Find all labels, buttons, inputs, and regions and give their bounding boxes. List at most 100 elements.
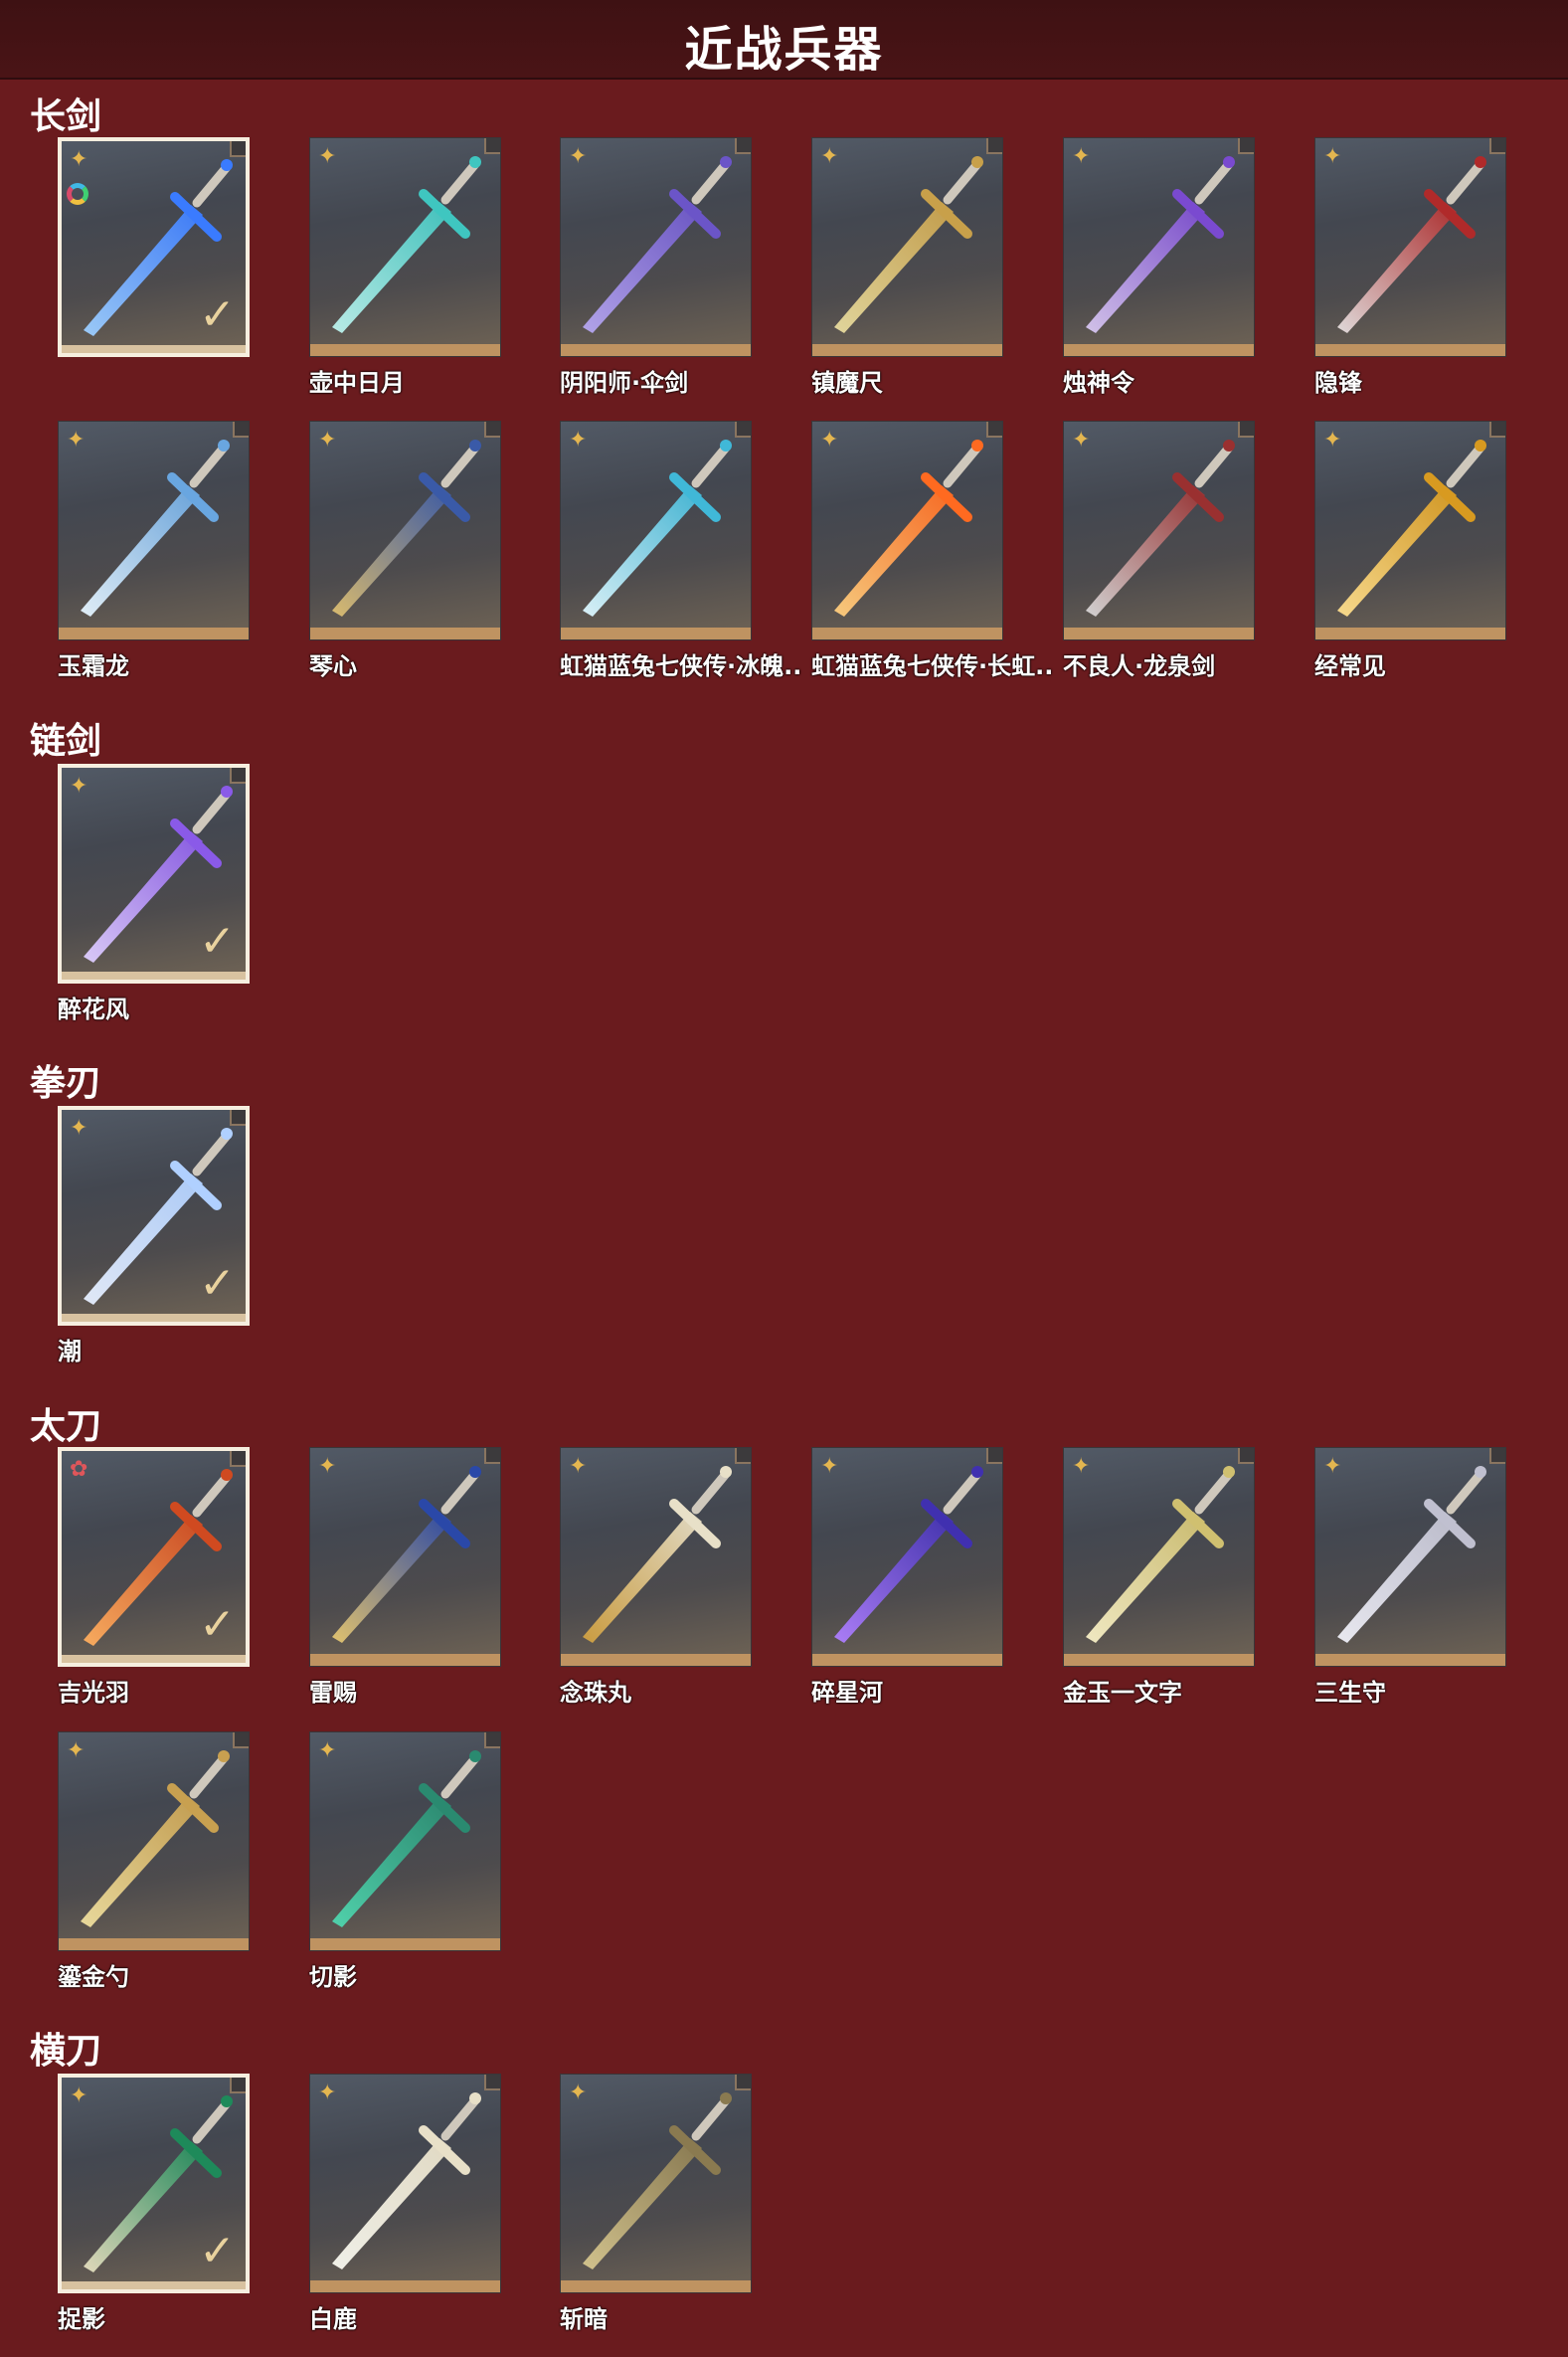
weapon-name: 白鹿 — [309, 2305, 357, 2333]
weapon-name: 阴阳师·伞剑 — [560, 369, 689, 397]
weapon-icon — [332, 1750, 481, 1927]
weapon-icon — [332, 156, 481, 333]
weapon-thumbnail[interactable]: ✦ — [1063, 1447, 1255, 1667]
weapon-card[interactable]: ✦ 壶中日月 — [309, 137, 503, 397]
weapon-card[interactable]: ✦ 琴心 — [309, 421, 503, 680]
weapon-thumbnail[interactable]: ✦ — [1063, 137, 1255, 357]
weapon-name: 虹猫蓝兔七侠传·长虹.. — [811, 652, 1054, 680]
weapon-icon — [1337, 440, 1486, 617]
weapon-name: 金玉一文字 — [1063, 1679, 1182, 1707]
weapon-icon — [1337, 156, 1486, 333]
weapon-thumbnail[interactable]: ✦ — [811, 137, 1003, 357]
weapon-name: 不良人·龙泉剑 — [1063, 652, 1216, 680]
weapon-thumbnail[interactable]: ✦ — [58, 421, 250, 640]
weapon-thumbnail[interactable]: ✦ ✓ — [58, 137, 250, 357]
weapon-card[interactable]: ✦ 念珠丸 — [560, 1447, 754, 1707]
weapon-card[interactable]: ✦ 雷赐 — [309, 1447, 503, 1707]
weapon-name: 虹猫蓝兔七侠传·冰魄.. — [560, 652, 802, 680]
equipped-check-icon: ✓ — [199, 1599, 236, 1650]
weapon-card[interactable]: ✦ 玉霜龙 — [58, 421, 252, 680]
weapon-name: 玉霜龙 — [58, 652, 129, 680]
weapon-name: 切影 — [309, 1963, 357, 1991]
weapon-icon — [1086, 156, 1235, 333]
weapon-thumbnail[interactable]: ✦ — [309, 137, 501, 357]
page-title: 近战兵器 — [684, 22, 884, 78]
weapon-thumbnail[interactable]: ✦ — [560, 421, 752, 640]
section-title: 太刀 — [30, 1406, 102, 1447]
weapon-name: 雷赐 — [309, 1679, 357, 1707]
weapon-name: 镇魔尺 — [811, 369, 883, 397]
weapon-name: 隐锋 — [1314, 369, 1362, 397]
weapon-thumbnail[interactable]: ✦ — [811, 421, 1003, 640]
weapon-icon — [583, 2092, 732, 2269]
weapon-card[interactable]: ✦ 虹猫蓝兔七侠传·长虹.. — [811, 421, 1053, 680]
weapon-thumbnail[interactable]: ✦ ✓ — [58, 2074, 250, 2293]
weapon-thumbnail[interactable]: ✦ — [560, 1447, 752, 1667]
equipped-check-icon: ✓ — [199, 1258, 236, 1309]
weapon-name: 吉光羽 — [58, 1679, 129, 1707]
section-title: 链剑 — [30, 721, 102, 762]
weapon-icon — [332, 440, 481, 617]
weapon-thumbnail[interactable]: ✦ — [1314, 421, 1506, 640]
weapon-name: 琴心 — [309, 652, 357, 680]
weapon-card[interactable]: ✦ 金玉一文字 — [1063, 1447, 1257, 1707]
equipped-check-icon: ✓ — [199, 916, 236, 967]
weapon-card[interactable]: ✦ 碎星河 — [811, 1447, 1005, 1707]
weapon-name: 壶中日月 — [309, 369, 405, 397]
weapon-thumbnail[interactable]: ✦ — [560, 137, 752, 357]
weapon-card[interactable]: ✦ ✓ 捉影 — [58, 2074, 252, 2333]
weapon-card[interactable]: ✦ 白鹿 — [309, 2074, 503, 2333]
equipped-check-icon: ✓ — [199, 289, 236, 340]
header-bar: 近战兵器 — [0, 0, 1568, 80]
weapon-icon — [583, 440, 732, 617]
weapon-card[interactable]: ✦ 不良人·龙泉剑 — [1063, 421, 1257, 680]
weapon-name: 斩暗 — [560, 2305, 608, 2333]
weapon-name: 碎星河 — [811, 1679, 883, 1707]
weapon-card[interactable]: ✦ 三生守 — [1314, 1447, 1508, 1707]
weapon-name: 烛神令 — [1063, 369, 1134, 397]
weapon-card[interactable]: ✦ 阴阳师·伞剑 — [560, 137, 754, 397]
weapon-card[interactable]: ✦ 镇魔尺 — [811, 137, 1005, 397]
weapon-icon — [332, 1466, 481, 1643]
weapon-thumbnail[interactable]: ✦ — [1063, 421, 1255, 640]
weapon-thumbnail[interactable]: ✦ — [309, 1731, 501, 1951]
weapon-card[interactable]: ✦ 鎏金勺 — [58, 1731, 252, 1991]
section-title: 拳刃 — [30, 1063, 102, 1104]
weapon-card[interactable]: ✦ ✓ 醉花风 — [58, 764, 252, 1023]
weapon-thumbnail[interactable]: ✦ — [309, 2074, 501, 2293]
weapon-icon — [583, 1466, 732, 1643]
section-title: 横刀 — [30, 2031, 102, 2072]
weapon-card[interactable]: ✦ 斩暗 — [560, 2074, 754, 2333]
weapon-card[interactable]: ✦ 烛神令 — [1063, 137, 1257, 397]
weapon-card[interactable]: ✦ 隐锋 — [1314, 137, 1508, 397]
weapon-card[interactable]: ✿ ✓ 吉光羽 — [58, 1447, 252, 1707]
weapon-name: 潮 — [58, 1338, 82, 1365]
weapon-thumbnail[interactable]: ✦ — [1314, 137, 1506, 357]
weapon-icon — [834, 440, 983, 617]
weapon-name: 三生守 — [1314, 1679, 1386, 1707]
weapon-thumbnail[interactable]: ✦ — [560, 2074, 752, 2293]
weapon-name: 捉影 — [58, 2305, 105, 2333]
weapon-thumbnail[interactable]: ✦ ✓ — [58, 764, 250, 984]
weapon-thumbnail[interactable]: ✦ — [309, 421, 501, 640]
weapon-icon — [1086, 440, 1235, 617]
weapon-card[interactable]: ✦ 虹猫蓝兔七侠传·冰魄.. — [560, 421, 801, 680]
weapon-thumbnail[interactable]: ✦ — [58, 1731, 250, 1951]
equipped-check-icon: ✓ — [199, 2226, 236, 2276]
weapon-card[interactable]: ✦ 经常见 — [1314, 421, 1508, 680]
weapon-icon — [332, 2092, 481, 2269]
weapon-card[interactable]: ✦ 切影 — [309, 1731, 503, 1991]
weapon-name: 鎏金勺 — [58, 1963, 129, 1991]
weapon-thumbnail[interactable]: ✦ — [309, 1447, 501, 1667]
weapon-icon — [834, 1466, 983, 1643]
weapon-thumbnail[interactable]: ✦ ✓ — [58, 1106, 250, 1326]
weapon-thumbnail[interactable]: ✿ ✓ — [58, 1447, 250, 1667]
weapon-icon — [834, 156, 983, 333]
weapon-icon — [81, 440, 230, 617]
weapon-card[interactable]: ✦ ✓ — [58, 137, 252, 396]
weapon-thumbnail[interactable]: ✦ — [811, 1447, 1003, 1667]
weapon-icon — [81, 1750, 230, 1927]
weapon-thumbnail[interactable]: ✦ — [1314, 1447, 1506, 1667]
weapon-name: 经常见 — [1314, 652, 1386, 680]
weapon-card[interactable]: ✦ ✓ 潮 — [58, 1106, 252, 1365]
